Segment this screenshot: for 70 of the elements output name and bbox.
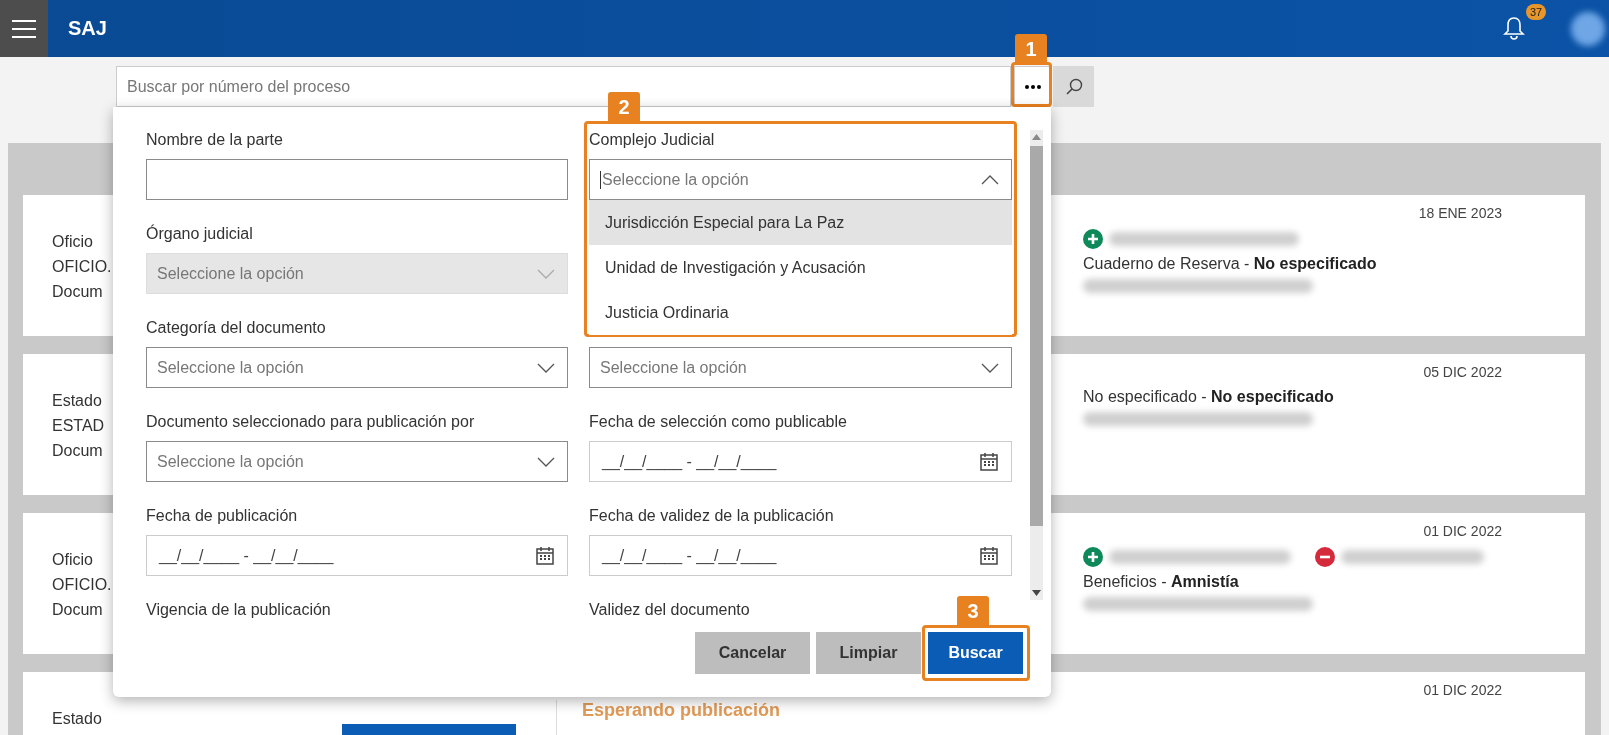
document-type-text: OFICIO. bbox=[52, 575, 112, 595]
avatar[interactable] bbox=[1571, 11, 1605, 46]
summary-text: No especificado - No especificado bbox=[1083, 388, 1335, 406]
callout-number: 1 bbox=[1015, 34, 1047, 64]
date-text: 01 DIC 2022 bbox=[1423, 682, 1502, 698]
scroll-up-icon bbox=[1032, 134, 1041, 140]
field-label: Fecha de publicación bbox=[146, 506, 298, 526]
calendar-icon bbox=[979, 451, 999, 472]
summary-text: Beneficios - Amnistía bbox=[1083, 573, 1240, 591]
document-type-text: Docum bbox=[52, 282, 103, 302]
document-type-text: Docum bbox=[52, 441, 103, 461]
search-icon bbox=[1064, 77, 1083, 96]
field-label: Fecha de selección como publicable bbox=[589, 412, 847, 432]
search-submit-button[interactable]: Buscar bbox=[928, 632, 1023, 674]
document-type-text: Estado bbox=[52, 709, 102, 729]
dropdown-option[interactable]: Justicia Ordinaria bbox=[589, 290, 1012, 335]
calendar-icon bbox=[979, 545, 999, 566]
field-label: Vigencia de la publicación bbox=[146, 600, 331, 620]
filter-button[interactable]: Limpiar bbox=[816, 632, 921, 674]
chevron-icon bbox=[537, 362, 555, 373]
field-label: Nombre de la parte bbox=[146, 130, 283, 150]
plus-icon bbox=[1083, 229, 1103, 249]
date-range-field[interactable]: __/__/____ - __/__/____ bbox=[589, 441, 1012, 482]
summary-text: Cuaderno de Reserva - No especificado bbox=[1083, 255, 1378, 273]
document-type-text: Estado bbox=[52, 391, 102, 411]
chevron-icon bbox=[981, 174, 999, 185]
field-label: Fecha de validez de la publicación bbox=[589, 506, 834, 526]
plus-icon bbox=[1083, 547, 1103, 567]
notifications-button[interactable] bbox=[1503, 15, 1525, 42]
scroll-down-icon bbox=[1032, 590, 1041, 596]
status-text: Esperando publicación bbox=[582, 700, 781, 720]
chevron-icon bbox=[537, 456, 555, 467]
field-label: Complejo Judicial bbox=[589, 130, 715, 150]
document-type-text: ESTAD bbox=[52, 416, 105, 436]
date-range-field[interactable]: __/__/____ - __/__/____ bbox=[146, 535, 568, 576]
field-label: Categoría del documento bbox=[146, 318, 326, 338]
chevron-icon bbox=[981, 362, 999, 373]
dropdown-option[interactable]: Jurisdicción Especial para La Paz bbox=[589, 200, 1012, 245]
calendar-icon bbox=[535, 545, 555, 566]
dropdown[interactable]: Seleccione la opción bbox=[146, 347, 568, 388]
date-text: 18 ENE 2023 bbox=[1418, 205, 1502, 221]
dropdown-option[interactable]: Unidad de Investigación y Acusación bbox=[589, 245, 1012, 290]
scroll-thumb[interactable] bbox=[1030, 146, 1043, 526]
date-range-field[interactable]: __/__/____ - __/__/____ bbox=[589, 535, 1012, 576]
date-text: 01 DIC 2022 bbox=[1423, 523, 1502, 539]
chevron-icon bbox=[537, 268, 555, 279]
field-label: Validez del documento bbox=[589, 600, 750, 620]
dropdown[interactable]: Seleccione la opción bbox=[589, 159, 1012, 200]
app-name: SAJ bbox=[68, 17, 107, 40]
filter-button[interactable]: Cancelar bbox=[695, 632, 810, 674]
callout-number: 3 bbox=[957, 596, 989, 626]
more-icon bbox=[1024, 84, 1041, 89]
scrollbar[interactable] bbox=[1030, 130, 1043, 600]
menu-icon bbox=[12, 19, 36, 38]
minus-icon bbox=[1314, 547, 1335, 567]
document-type-text: Docum bbox=[52, 600, 103, 620]
dropdown[interactable]: Seleccione la opción bbox=[146, 441, 568, 482]
dropdown[interactable]: Seleccione la opción bbox=[589, 347, 1012, 388]
document-type-text: Oficio bbox=[52, 550, 93, 570]
date-text: 05 DIC 2022 bbox=[1423, 364, 1502, 380]
callout-number: 2 bbox=[608, 92, 640, 122]
menu-button[interactable] bbox=[0, 0, 48, 57]
field-label: Órgano judicial bbox=[146, 224, 253, 244]
document-type-text: Oficio bbox=[52, 232, 93, 252]
bell-icon bbox=[1503, 15, 1525, 40]
notification-badge: 37 bbox=[1526, 3, 1547, 20]
field-label: Documento seleccionado para publicación por bbox=[146, 412, 475, 432]
document-type-text: OFICIO. bbox=[52, 257, 112, 277]
text-field[interactable] bbox=[146, 159, 568, 200]
search-button[interactable] bbox=[1053, 66, 1094, 107]
